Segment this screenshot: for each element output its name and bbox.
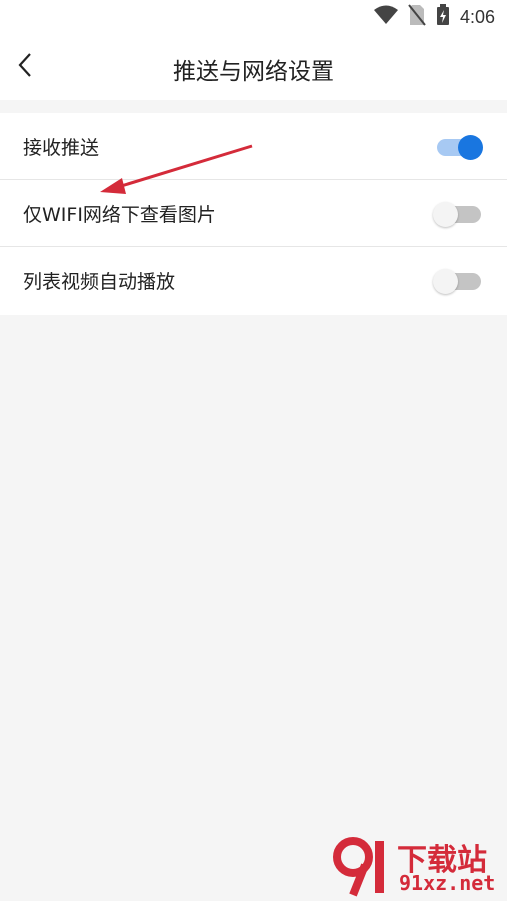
battery-charging-icon [436,4,450,30]
setting-label: 接收推送 [23,137,100,159]
watermark-url: 91xz.net [399,871,496,895]
autoplay-video-toggle[interactable] [433,269,481,294]
toggle-knob [458,135,483,160]
app-header: 推送与网络设置 [0,34,507,100]
watermark-logo-icon [333,837,384,897]
status-bar: 4:06 [0,0,507,34]
setting-row-autoplay-video[interactable]: 列表视频自动播放 [0,247,507,315]
setting-row-receive-push[interactable]: 接收推送 [0,113,507,180]
status-icons: 4:06 [373,4,495,30]
page-title: 推送与网络设置 [173,59,334,85]
no-sim-icon [408,4,426,30]
wifi-icon [373,5,398,29]
receive-push-toggle[interactable] [435,135,483,160]
wifi-images-toggle[interactable] [433,202,481,227]
settings-list: 接收推送 仅WIFI网络下查看图片 列表视频自动播放 [0,113,507,315]
toggle-knob [433,202,458,227]
setting-label: 仅WIFI网络下查看图片 [23,204,216,226]
toggle-knob [433,269,458,294]
setting-row-wifi-images[interactable]: 仅WIFI网络下查看图片 [0,180,507,247]
setting-label: 列表视频自动播放 [23,271,176,293]
status-time: 4:06 [459,6,495,27]
site-watermark: 下载站 91xz.net [331,835,501,897]
